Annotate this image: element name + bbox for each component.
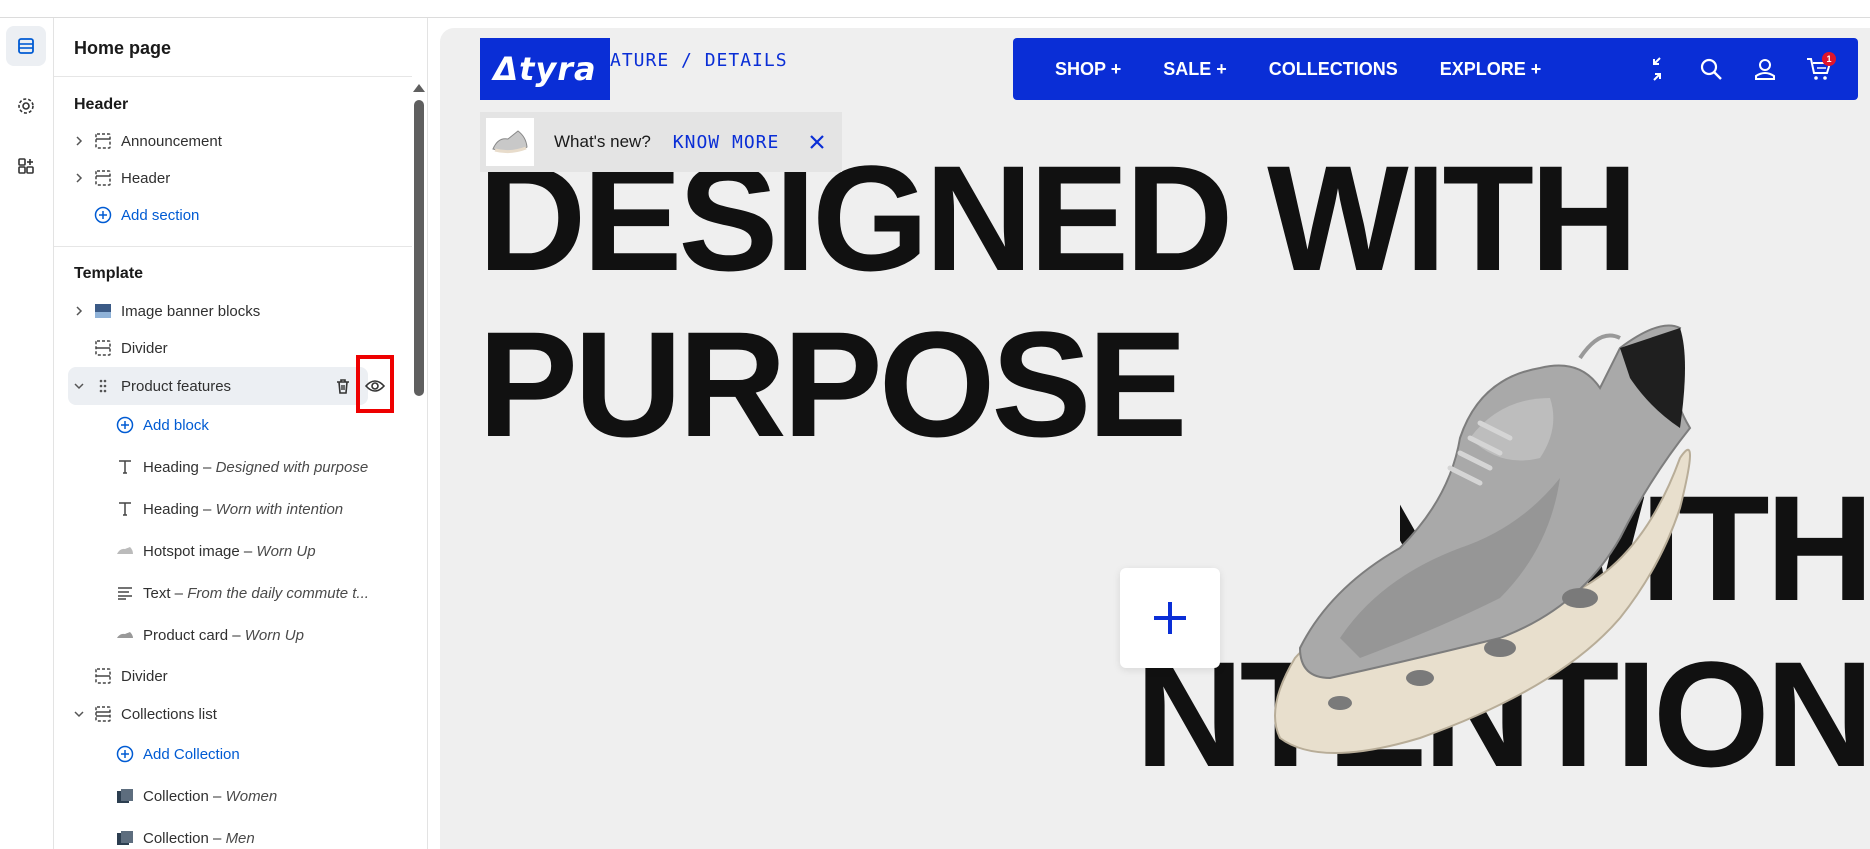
nav-sale[interactable]: SALE + [1163, 59, 1227, 80]
divider-line [54, 246, 412, 247]
close-icon[interactable] [807, 132, 827, 152]
text-type-icon [115, 457, 135, 477]
know-more-link[interactable]: KNOW MORE [673, 132, 780, 153]
block-text[interactable]: Text – From the daily commute t... [68, 574, 408, 612]
cart-icon[interactable]: 1 [1804, 52, 1836, 84]
nav-explore[interactable]: EXPLORE + [1440, 59, 1542, 80]
red-highlight-box [356, 355, 394, 413]
apps-icon [18, 158, 34, 174]
block-heading-1[interactable]: Heading – Designed with purpose [68, 448, 408, 486]
header-group-title: Header [74, 96, 129, 113]
section-collections-list[interactable]: Collections list [68, 695, 408, 733]
plus-icon [1154, 602, 1186, 634]
apps-rail-button[interactable] [6, 146, 46, 186]
sections-panel: Home page Header Announcement Header Add… [54, 18, 428, 849]
sections-rail-button[interactable] [6, 26, 46, 66]
collapse-arrows-icon[interactable] [1642, 54, 1672, 84]
panel-title: Home page [74, 38, 172, 58]
add-collection-button[interactable]: Add Collection [68, 735, 408, 773]
section-label: Header [121, 169, 171, 187]
nav-collections[interactable]: COLLECTIONS [1269, 59, 1398, 80]
block-sub: From the daily commute t... [187, 584, 369, 602]
plus-circle-icon [115, 744, 135, 764]
template-group-title: Template [74, 265, 144, 282]
block-sub: Designed with purpose [215, 458, 369, 476]
block-sub: Worn Up [244, 626, 304, 644]
block-kind: Collection [143, 787, 209, 805]
section-announcement[interactable]: Announcement [68, 122, 408, 160]
block-sub: Worn with intention [215, 500, 344, 518]
cart-count-badge: 1 [1822, 52, 1836, 66]
scrollbar-thumb[interactable] [414, 100, 424, 396]
block-hotspot-image[interactable]: Hotspot image – Worn Up [68, 532, 408, 570]
divider-icon [93, 666, 113, 686]
trash-icon [337, 379, 349, 394]
sections-icon [18, 38, 34, 54]
paragraph-icon [115, 583, 135, 603]
section-divider-2[interactable]: Divider [68, 657, 408, 695]
chevron-right-icon[interactable] [71, 303, 87, 319]
section-image-banner[interactable]: Image banner blocks [68, 292, 408, 330]
block-kind: Hotspot image [143, 542, 240, 560]
block-kind: Heading [143, 458, 199, 476]
collection-thumbnail-icon [115, 786, 135, 806]
text-type-icon [115, 499, 135, 519]
breadcrumb: ATURE / DETAILS [610, 50, 788, 71]
chevron-down-icon[interactable] [71, 706, 87, 722]
shoe-thumbnail-icon [115, 541, 135, 561]
delete-button[interactable] [330, 373, 356, 399]
scroll-up-arrow[interactable] [413, 84, 425, 92]
block-sub: Men [225, 829, 255, 847]
main-navigation: SHOP + SALE + COLLECTIONS EXPLORE + 1 [1013, 38, 1858, 100]
divider-icon [93, 338, 113, 358]
collection-thumbnail-icon [115, 828, 135, 848]
editor-rail [0, 18, 54, 849]
whats-new-banner: What's new? KNOW MORE [480, 112, 842, 172]
shoe-thumbnail [486, 118, 534, 166]
nav-shop[interactable]: SHOP + [1055, 59, 1121, 80]
add-section-button[interactable]: Add section [68, 196, 408, 234]
drag-handle-icon[interactable] [93, 376, 113, 396]
settings-rail-button[interactable] [6, 86, 46, 126]
shoe-thumbnail-icon [115, 625, 135, 645]
section-label: Announcement [121, 132, 222, 150]
block-kind: Heading [143, 500, 199, 518]
chevron-down-icon[interactable] [71, 378, 87, 394]
plus-circle-icon [93, 205, 113, 225]
block-kind: Product card [143, 626, 229, 644]
plus-circle-icon [115, 415, 135, 435]
divider-line [54, 76, 412, 77]
block-product-card[interactable]: Product card – Worn Up [68, 616, 408, 654]
search-icon[interactable] [1696, 54, 1726, 84]
gear-icon [18, 98, 34, 114]
block-kind: Text [143, 584, 171, 602]
section-product-features[interactable]: Product features [68, 367, 368, 405]
chevron-right-icon[interactable] [71, 133, 87, 149]
storefront-preview: Δtyra ATURE / DETAILS SHOP + SALE + COLL… [440, 28, 1870, 849]
block-sub: Worn Up [256, 542, 316, 560]
top-bar [0, 0, 1870, 18]
section-layout-icon [93, 704, 113, 724]
block-sub: Women [225, 787, 278, 805]
block-collection-men[interactable]: Collection – Men [68, 819, 408, 849]
section-layout-icon [93, 131, 113, 151]
block-heading-2[interactable]: Heading – Worn with intention [68, 490, 408, 528]
shoe-product-image [1274, 324, 1692, 754]
image-thumbnail-icon [93, 301, 113, 321]
section-header[interactable]: Header [68, 159, 408, 197]
chevron-right-icon[interactable] [71, 170, 87, 186]
hotspot-plus-button[interactable] [1120, 568, 1220, 668]
section-layout-icon [93, 168, 113, 188]
account-icon[interactable] [1750, 54, 1780, 84]
store-logo[interactable]: Δtyra [480, 38, 610, 100]
block-collection-women[interactable]: Collection – Women [68, 777, 408, 815]
news-text: What's new? [554, 132, 651, 151]
block-kind: Collection [143, 829, 209, 847]
